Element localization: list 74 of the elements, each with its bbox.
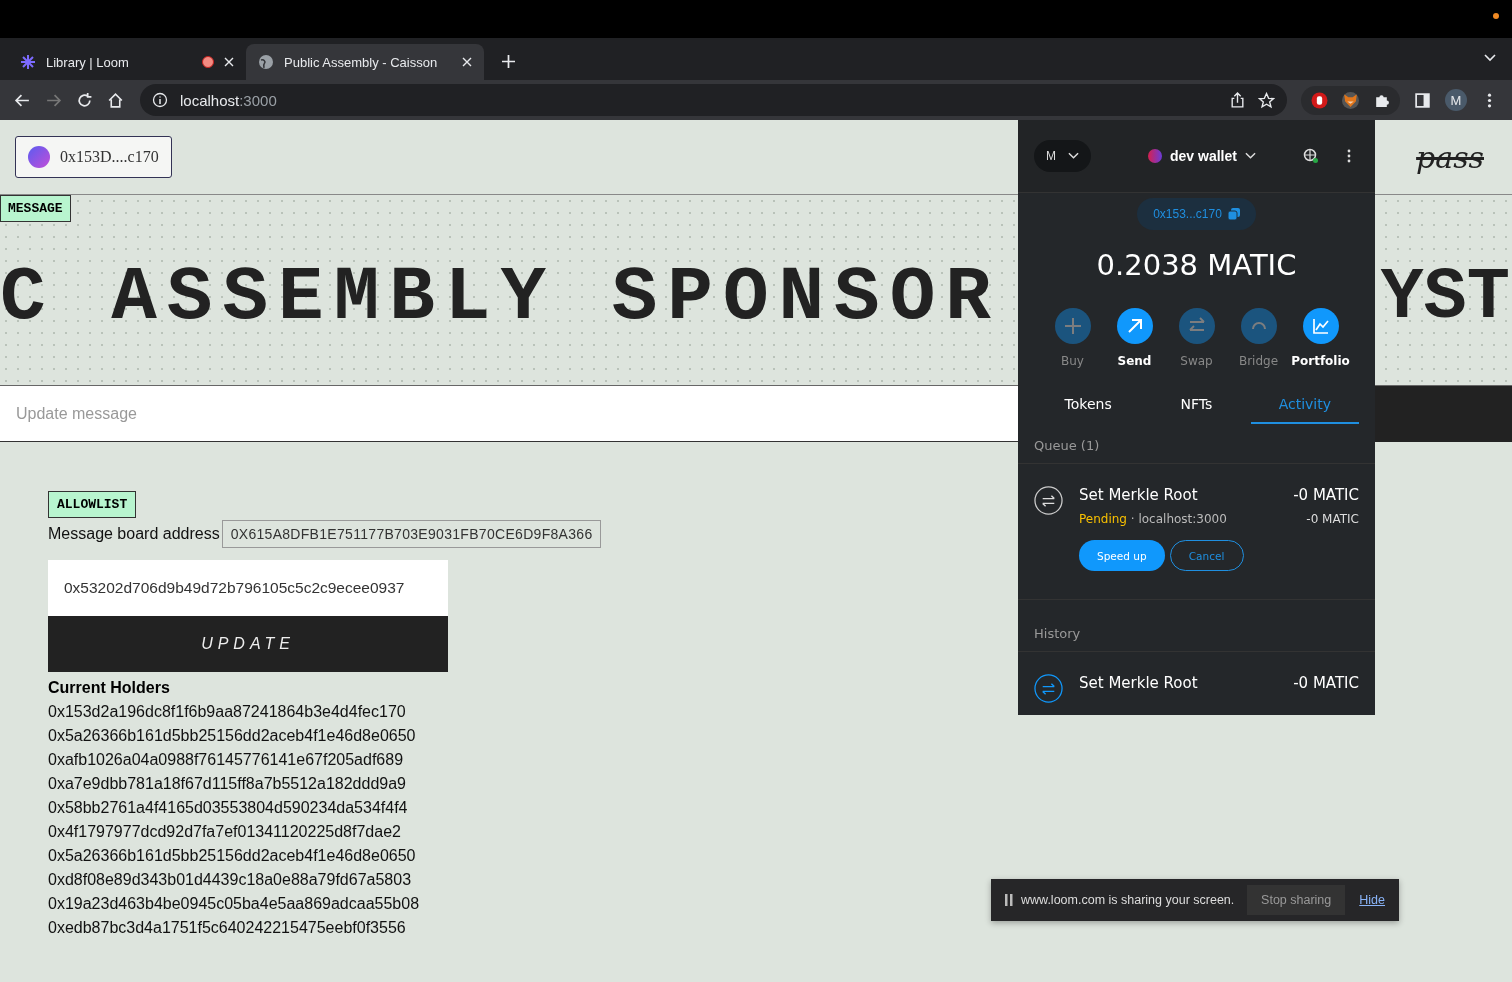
share-icon[interactable] (1229, 91, 1246, 109)
holder-address: 0x153d2a196dc8f1f6b9aa87241864b3e4d4fec170 (48, 702, 406, 722)
account-selector[interactable]: dev wallet (1123, 147, 1281, 165)
close-icon[interactable] (224, 57, 234, 67)
address-bar[interactable]: localhost:3000 (140, 84, 1287, 116)
holder-address: 0x4f1797977dcd92d7fa7ef01341120225d8f7dae2 (48, 822, 401, 842)
chevron-down-icon (1068, 152, 1079, 160)
holder-address: 0x5a26366b161d5bb25156dd2aceb4f1e46d8e0650 (48, 846, 416, 866)
allowlist-tag: ALLOWLIST (48, 491, 137, 518)
close-icon[interactable] (462, 57, 472, 67)
wallet-button[interactable]: 0x153D....c170 (15, 136, 172, 178)
plus-icon[interactable] (502, 55, 515, 68)
wallet-tab[interactable]: Activity (1250, 386, 1359, 424)
globe-icon[interactable] (1303, 148, 1319, 164)
root-input[interactable]: 0x53202d706d9b49d72b796105c5c2c9ecee0937 (48, 560, 448, 616)
profile-avatar[interactable]: M (1445, 89, 1467, 111)
wallet-tab[interactable]: NFTs (1142, 386, 1251, 424)
sunburst-icon (20, 54, 36, 70)
holder-address: 0x58bb2761a4f4165d03553804d590234da534f4f4 (48, 798, 408, 818)
reload-icon[interactable] (76, 91, 93, 109)
holder-address: 0xd8f08e89d343b01d4439c18a0e88a79fd67a5803 (48, 870, 412, 890)
transaction-amount: -0 MATIC (1293, 486, 1359, 504)
stop-sharing-button[interactable]: Stop sharing (1247, 885, 1346, 915)
swap-icon (1178, 308, 1215, 344)
recording-dot-icon (1493, 13, 1499, 19)
fox-icon[interactable] (1342, 91, 1359, 109)
message-tag: MESSAGE (0, 195, 71, 222)
browser-tab[interactable]: Public Assembly - Caisson (246, 44, 484, 80)
address-pill[interactable]: 0x153...c170 (1137, 198, 1256, 230)
side-panel-icon[interactable] (1414, 91, 1431, 109)
holder-address: 0xafb1026a04a0988f76145776141e67f205adf689 (48, 750, 404, 770)
copy-icon (1227, 208, 1240, 220)
hide-link[interactable]: Hide (1359, 893, 1385, 907)
history-label: History (1018, 599, 1375, 652)
update-button[interactable]: UPDATE (48, 616, 448, 672)
plus-icon (1054, 308, 1091, 344)
chart-icon (1302, 308, 1339, 344)
pause-icon (1005, 894, 1013, 906)
holders-title: Current Holders (48, 678, 170, 698)
url-text: localhost:3000 (180, 91, 277, 109)
transaction-amount: -0 MATIC (1306, 512, 1359, 526)
share-message: www.loom.com is sharing your screen. (1021, 893, 1236, 907)
transaction-status: Pending · localhost:3000 (1079, 512, 1227, 526)
tab-title: Public Assembly - Caisson (284, 54, 439, 70)
action-button[interactable]: Send (1108, 308, 1161, 368)
logo: pass (1416, 139, 1484, 175)
banner-text: YST (1380, 256, 1510, 341)
stop-hand-icon[interactable] (1311, 91, 1328, 109)
info-icon (152, 92, 168, 108)
chevron-down-icon (1244, 152, 1256, 160)
transaction-amount: -0 MATIC (1293, 674, 1359, 692)
board-address: 0X615A8DFB1E751177B703E9031FB70CE6D9F8A366 (221, 520, 602, 548)
tab-title: Library | Loom (46, 54, 130, 70)
swap-arrows-icon (1034, 674, 1063, 703)
balance: 0.2038 MATIC (1096, 248, 1297, 282)
holder-address: 0xa7e9dbb781a18f67d115ff8a7b5512a182ddd9a9 (48, 774, 406, 794)
chevron-down-icon[interactable] (1484, 54, 1496, 62)
banner-text: C ASSEMBLY SPONSOR (0, 254, 1001, 343)
star-icon[interactable] (1258, 91, 1275, 109)
holder-address: 0x5a26366b161d5bb25156dd2aceb4f1e46d8e0650 (48, 726, 416, 746)
wallet-tab[interactable]: Tokens (1034, 386, 1143, 424)
bridge-icon (1240, 308, 1277, 344)
account-chip[interactable]: M (1034, 140, 1091, 172)
holder-address: 0xedb87bc3d4a1751f5c640242215475eebf0f3556 (48, 918, 406, 938)
transaction-title: Set Merkle Root (1079, 486, 1198, 504)
swap-arrows-icon (1034, 486, 1063, 515)
queue-label: Queue (1) (1018, 424, 1375, 464)
transaction-title: Set Merkle Root (1079, 674, 1198, 692)
send-icon (1116, 308, 1153, 344)
browser-tab[interactable]: Library | Loom (8, 44, 246, 80)
globe-icon (258, 54, 274, 70)
home-icon[interactable] (107, 91, 124, 109)
board-label: Message board address (48, 525, 220, 543)
holder-address: 0x19a23d463b4be0945c05ba4e5aa869adcaa55b08 (48, 894, 420, 914)
